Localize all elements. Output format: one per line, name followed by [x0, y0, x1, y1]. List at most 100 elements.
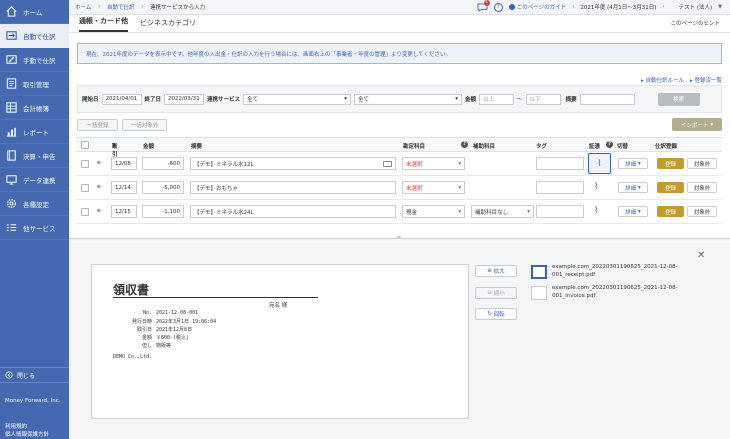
link-icon[interactable]: ⚭ — [96, 183, 102, 191]
account-help-icon[interactable]: ? — [461, 141, 468, 148]
exclude-button[interactable]: 対象外 — [687, 158, 717, 169]
tag-input[interactable] — [536, 205, 584, 218]
tag-input[interactable] — [536, 157, 584, 170]
exclude-button[interactable]: 対象外 — [687, 206, 717, 217]
sidebar-item-report[interactable]: レポート — [0, 120, 69, 144]
sidebar-item-data-link[interactable]: データ連携 — [0, 168, 69, 192]
sub-account-value: 補助科目なし — [475, 209, 509, 216]
close-icon[interactable]: ✕ — [697, 250, 705, 261]
sidebar-item-transactions[interactable]: 取引管理 — [0, 72, 69, 96]
bulk-register-button[interactable]: 一括登録 — [77, 119, 118, 131]
terms-link[interactable]: 利用規約 — [5, 423, 64, 431]
breadcrumb-auto-journal[interactable]: 自動で仕訳 — [101, 0, 141, 15]
file-thumbnail-selected[interactable] — [531, 265, 547, 279]
register-button[interactable]: 登録 — [657, 158, 684, 169]
attachment-clip-icon[interactable]: ⌇ — [588, 153, 611, 174]
help-icon[interactable]: ? — [493, 2, 503, 12]
privacy-link[interactable]: 個人情報保護方針 — [5, 431, 64, 439]
receipt-value: 2022年3月1日 19:06:04 — [156, 319, 217, 325]
detail-button[interactable]: 詳細 ▾ — [618, 206, 648, 217]
amount-max-input[interactable]: 以下 — [525, 93, 561, 105]
detail-label: 詳細 — [625, 161, 637, 168]
memo-input[interactable] — [579, 93, 635, 105]
account-select[interactable]: 現金 ▾ — [402, 205, 465, 218]
exclude-button[interactable]: 対象外 — [687, 182, 717, 193]
file-name[interactable]: example.com_20220301190625_2021-12-08-00… — [552, 264, 702, 279]
link-icon[interactable]: ⚭ — [96, 207, 102, 215]
select-all-checkbox[interactable] — [81, 141, 89, 149]
date-cell[interactable]: 12/15 — [111, 205, 137, 218]
ledger-icon — [6, 102, 17, 113]
memo-cell[interactable]: 【デモ】ミネラル水12L — [190, 157, 396, 170]
fiscal-year-notice: 現在、2021年度のデータを表示中です。他年度の入出金・仕訳の入力を行う場合には… — [77, 43, 722, 64]
row-checkbox[interactable] — [81, 184, 89, 192]
row-checkbox[interactable] — [81, 208, 89, 216]
manual-journal-icon — [6, 55, 17, 64]
register-button[interactable]: 登録 — [657, 206, 684, 217]
page-hint-link[interactable]: このページのヒント — [671, 19, 730, 32]
page-guide-link[interactable]: このページのガイド — [508, 3, 566, 11]
start-date-input[interactable]: 2021/04/01 — [101, 93, 142, 105]
memo-cell[interactable]: 【デモ】ミネラル水24L — [190, 205, 396, 218]
zoom-in-button[interactable]: ⊕ 拡大 — [475, 265, 517, 277]
attachment-clip-icon[interactable]: ⌇ — [594, 182, 598, 192]
sidebar-item-ledger[interactable]: 会計帳簿 — [0, 96, 69, 120]
detail-button[interactable]: 詳細 ▾ — [618, 158, 648, 169]
account-select[interactable]: 未選択 ▾ — [402, 181, 465, 194]
keyboard-icon[interactable] — [383, 160, 392, 167]
attachment-clip-icon[interactable]: ⌇ — [594, 206, 598, 216]
evidence-header: 証憑 — [589, 144, 601, 150]
sidebar-close-button[interactable]: 閉じる — [0, 367, 69, 383]
file-name[interactable]: example.com_20220301190625_2021-12-08-00… — [552, 285, 702, 300]
sidebar-item-home[interactable]: ホーム — [0, 0, 69, 24]
amount-cell[interactable]: -600 — [142, 157, 184, 170]
chevron-down-icon: ▾ — [458, 184, 461, 191]
zoom-out-button[interactable]: ⊖ 縮小 — [475, 287, 517, 299]
rotate-button[interactable]: ↻ 回転 — [475, 308, 517, 320]
sidebar-item-manual-journal[interactable]: 手動で仕訳 — [0, 48, 69, 72]
import-button[interactable]: インポート ▾ — [672, 118, 722, 131]
amount-cell[interactable]: -1,100 — [142, 205, 184, 218]
register-button[interactable]: 登録 — [657, 182, 684, 193]
sub-service-select[interactable]: 全て ▾ — [354, 93, 463, 105]
auto-journal-icon — [6, 31, 17, 40]
sidebar-item-label: 各種設定 — [23, 200, 49, 209]
transactions-table: 取引日▲ 金額 摘要 勘定科目 ? 補助科目 タグ 証憑 ? 切替 仕訳登録 ⚭… — [76, 137, 722, 224]
prev-year-icon[interactable]: ‹ — [572, 4, 574, 10]
memo-cell[interactable]: 【デモ】おもちゃ — [190, 181, 396, 194]
notification-button[interactable]: 1 — [477, 0, 490, 12]
receipt-value: ￥600-(税込) — [156, 335, 190, 341]
detail-button[interactable]: 詳細 ▾ — [618, 182, 648, 193]
auto-rule-link[interactable]: ▸ 自動仕訳ルール — [641, 76, 684, 84]
amount-header: 金額 — [143, 144, 155, 150]
amount-min-input[interactable]: 以上 — [479, 93, 515, 105]
zoom-out-label: 縮小 — [493, 291, 505, 297]
service-select[interactable]: 全て ▾ — [243, 93, 352, 105]
sidebar-item-other-services[interactable]: 他サービス — [0, 216, 69, 240]
end-date-input[interactable]: 2022/03/31 — [164, 93, 205, 105]
sub-account-select[interactable]: 補助科目なし ▾ — [471, 205, 534, 218]
user-menu[interactable]: テスト (法人) — [679, 3, 713, 11]
file-thumbnail[interactable] — [531, 286, 547, 300]
sidebar-item-settings[interactable]: 各種設定 — [0, 192, 69, 216]
registered-list-link[interactable]: ▸ 登録済一覧 — [690, 76, 722, 84]
next-year-icon[interactable]: › — [662, 4, 664, 10]
sidebar-item-auto-journal[interactable]: 自動で仕訳 — [0, 24, 69, 48]
tag-input[interactable] — [536, 181, 584, 194]
date-cell[interactable]: 12/08 — [111, 157, 137, 170]
evidence-help-icon[interactable]: ? — [606, 141, 613, 148]
tab-business-category[interactable]: ビジネスカテゴリ — [140, 18, 196, 32]
rule-links: ▸ 自動仕訳ルール ▸ 登録済一覧 — [641, 76, 722, 84]
account-select[interactable]: 未選択 ▾ — [402, 157, 465, 170]
sidebar-item-settlement[interactable]: 決算・申告 — [0, 144, 69, 168]
bulk-exclude-button[interactable]: 一括対象外 — [122, 119, 167, 131]
chevron-down-icon[interactable]: ▼ — [718, 4, 722, 10]
date-cell[interactable]: 12/14 — [111, 181, 137, 194]
row-checkbox[interactable] — [81, 160, 89, 168]
search-button[interactable]: 検索 — [657, 92, 700, 106]
tab-passbook-card[interactable]: 通帳・カード他 — [79, 16, 128, 32]
breadcrumb-home[interactable]: ホーム — [69, 0, 97, 15]
sidebar-item-label: 決算・申告 — [23, 152, 56, 161]
amount-cell[interactable]: -5,000 — [142, 181, 184, 194]
link-icon[interactable]: ⚭ — [96, 159, 102, 167]
